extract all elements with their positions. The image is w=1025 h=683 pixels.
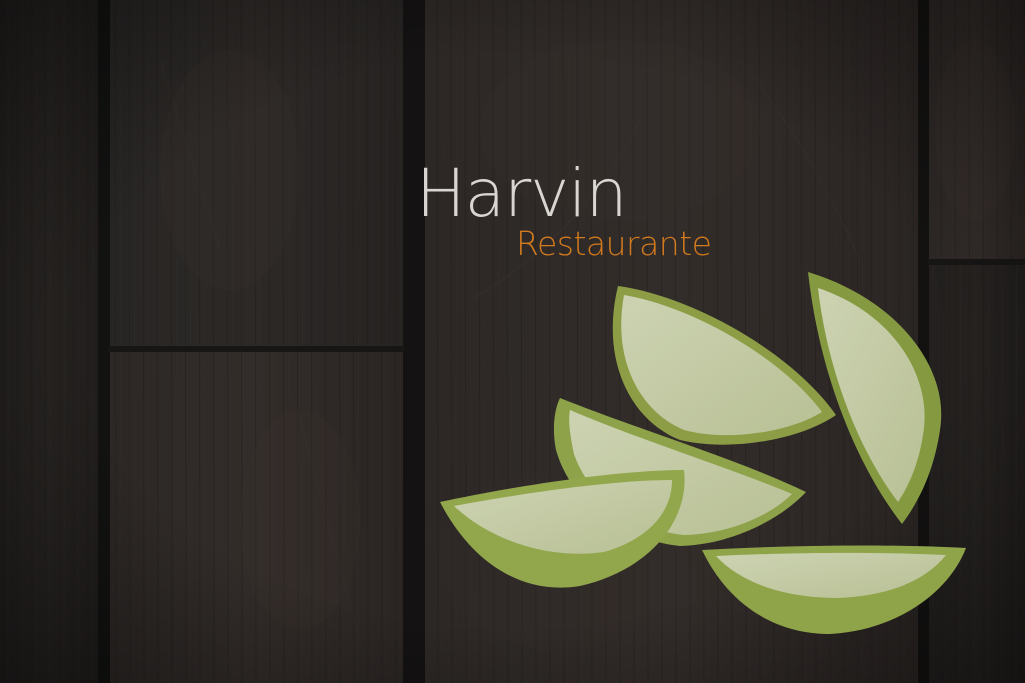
apple-slice [808, 272, 942, 524]
apple-slice [702, 545, 966, 634]
apple-slices-image [440, 272, 966, 634]
brand-subtitle: Restaurante [516, 224, 712, 263]
apple-slice [612, 286, 836, 445]
apple-slice [440, 470, 685, 588]
hero-section: Harvin Restaurante [0, 0, 1025, 683]
